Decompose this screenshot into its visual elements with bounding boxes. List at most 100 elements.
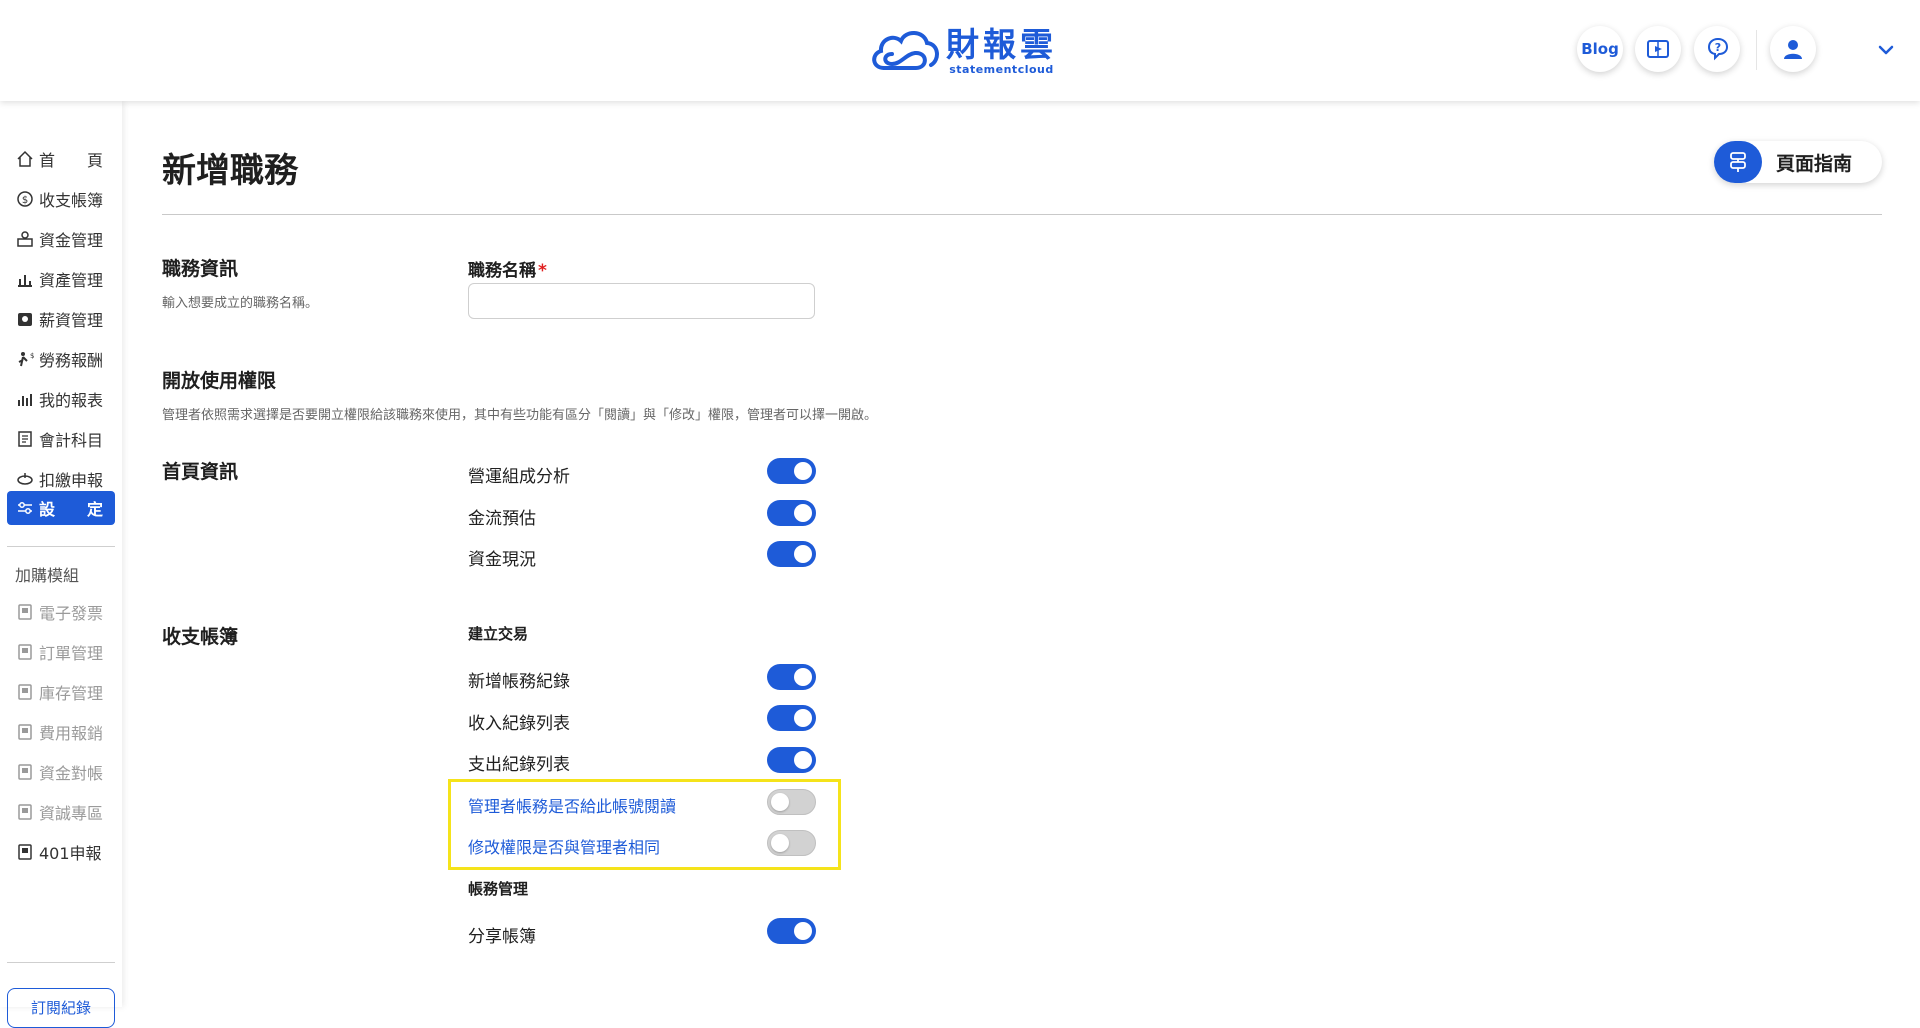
sidebar-addon-inventory[interactable]: 庫存管理 (7, 675, 115, 709)
play-book-icon (1647, 40, 1669, 58)
sidebar-item-label: 設 定 (39, 500, 104, 519)
app-logo[interactable]: 財報雲 statementcloud (868, 24, 1057, 78)
salary-icon (14, 310, 36, 328)
sidebar-item-accounts[interactable]: 會計科目 (7, 422, 115, 456)
chevron-down-icon[interactable] (1874, 38, 1898, 62)
sidebar-item-label: 401申報 (39, 844, 102, 863)
sidebar-addon-einvoice[interactable]: 電子發票 (7, 595, 115, 629)
sidebar-item-home[interactable]: 首 頁 (7, 142, 115, 176)
ledger-sub-create: 建立交易 (468, 625, 529, 643)
addon-heading: 加購模組 (15, 566, 80, 585)
help-chat-button[interactable]: ? (1694, 26, 1740, 72)
sidebar-item-funds[interactable]: 資金管理 (7, 222, 115, 256)
subscription-button[interactable]: 訂閱紀錄 (7, 988, 115, 1028)
sidebar-item-label: 資產管理 (39, 271, 104, 290)
sidebar-addon-orders[interactable]: 訂單管理 (7, 635, 115, 669)
sidebar-item-label: 電子發票 (39, 604, 104, 623)
sidebar-item-label: 首 頁 (39, 151, 104, 170)
lock-book-icon (14, 683, 36, 701)
help-chat-icon: ? (1707, 37, 1729, 61)
lock-book-icon (14, 843, 36, 861)
sidebar-item-ledger[interactable]: $ 收支帳簿 (7, 182, 115, 216)
perm-label-admin-read: 管理者帳務是否給此帳號閱讀 (468, 797, 677, 816)
perm-label-share-ledger: 分享帳簿 (468, 927, 536, 947)
sidebar-item-label: 費用報銷 (39, 724, 104, 743)
fund-icon (14, 230, 36, 248)
sidebar-item-label: 薪資管理 (39, 311, 104, 330)
page-guide-button[interactable]: 頁面指南 (1714, 141, 1882, 183)
lock-book-icon (14, 603, 36, 621)
svg-text:$: $ (30, 352, 34, 360)
toggle-fund-status[interactable] (767, 541, 816, 567)
sidebar-addon-expense[interactable]: 費用報銷 (7, 715, 115, 749)
sidebar-item-settings[interactable]: 設 定 (7, 491, 115, 525)
job-name-label-text: 職務名稱 (468, 261, 536, 281)
sidebar-item-label: 我的報表 (39, 391, 104, 410)
perm-label-income-list: 收入紀錄列表 (468, 714, 570, 734)
sidebar-item-salary[interactable]: 薪資管理 (7, 302, 115, 336)
sidebar-item-label: 訂單管理 (39, 644, 104, 663)
toggle-operations[interactable] (767, 458, 816, 484)
job-name-label: 職務名稱 * (468, 256, 547, 281)
title-divider (162, 214, 1882, 215)
svg-text:?: ? (1715, 41, 1721, 54)
toggle-admin-read[interactable] (767, 789, 816, 815)
sidebar-item-labor[interactable]: $ 勞務報酬 (7, 342, 115, 376)
page-guide-label: 頁面指南 (1776, 152, 1853, 175)
toggle-add-record[interactable] (767, 664, 816, 690)
perm-label-operations: 營運組成分析 (468, 467, 570, 487)
perm-label-add-record: 新增帳務紀錄 (468, 672, 570, 692)
permissions-desc: 管理者依照需求選擇是否要開立權限給該職務來使用，其中有些功能有區分「閱讀」與「修… (162, 408, 878, 423)
top-header: 財報雲 statementcloud Blog ? (0, 0, 1920, 101)
sidebar-item-label: 資金管理 (39, 231, 104, 250)
signpost-icon (1714, 141, 1762, 183)
coin-icon: $ (14, 190, 36, 208)
blog-label: Blog (1581, 40, 1619, 58)
sidebar-addon-401[interactable]: 401申報 (7, 835, 115, 869)
lock-book-icon (14, 803, 36, 821)
cloud-logo-icon (872, 31, 939, 70)
sidebar-divider (7, 546, 115, 547)
blog-button[interactable]: Blog (1577, 26, 1623, 72)
home-info-title: 首頁資訊 (162, 461, 239, 483)
sidebar-item-reports[interactable]: 我的報表 (7, 382, 115, 416)
sidebar-addon-reconcile[interactable]: 資金對帳 (7, 755, 115, 789)
logo-subtitle: statementcloud (949, 63, 1054, 76)
permissions-title: 開放使用權限 (162, 370, 277, 392)
svg-text:$: $ (22, 195, 28, 206)
toggle-income-list[interactable] (767, 705, 816, 731)
logo-title: 財報雲 (946, 25, 1057, 64)
sidebar-divider (7, 962, 115, 963)
sidebar-addon-pwc[interactable]: 資誠專區 (7, 795, 115, 829)
sidebar-item-label: 勞務報酬 (39, 351, 104, 370)
toggle-cashflow[interactable] (767, 500, 816, 526)
sidebar-item-label: 資金對帳 (39, 764, 104, 783)
perm-label-edit-same: 修改權限是否與管理者相同 (468, 838, 661, 857)
ledger-icon (14, 430, 36, 448)
video-guide-button[interactable] (1635, 26, 1681, 72)
sidebar: 首 頁 $ 收支帳簿 資金管理 資產管理 薪資管理 $ 勞務報酬 我的報表 會計… (0, 101, 122, 1028)
toggle-expense-list[interactable] (767, 747, 816, 773)
perm-label-fund-status: 資金現況 (468, 550, 536, 570)
job-name-input[interactable] (468, 283, 815, 319)
ledger-sub-manage: 帳務管理 (468, 880, 529, 898)
settings-icon (14, 499, 36, 517)
perm-label-expense-list: 支出紀錄列表 (468, 755, 570, 775)
assets-icon (14, 270, 36, 288)
toggle-edit-same[interactable] (767, 830, 816, 856)
sidebar-item-label: 收支帳簿 (39, 191, 104, 210)
toggle-share-ledger[interactable] (767, 918, 816, 944)
job-info-title: 職務資訊 (162, 258, 239, 280)
report-icon (14, 390, 36, 408)
subscription-label: 訂閱紀錄 (30, 999, 91, 1017)
lock-book-icon (14, 723, 36, 741)
perm-label-cashflow: 金流預估 (468, 509, 536, 529)
sidebar-item-assets[interactable]: 資產管理 (7, 262, 115, 296)
page-title: 新增職務 (162, 151, 298, 191)
user-avatar-button[interactable] (1770, 26, 1816, 72)
required-mark: * (538, 261, 547, 281)
sidebar-item-label: 會計科目 (39, 431, 104, 450)
home-icon (14, 150, 36, 168)
job-info-desc: 輸入想要成立的職務名稱。 (162, 296, 319, 311)
header-divider (1756, 30, 1757, 70)
